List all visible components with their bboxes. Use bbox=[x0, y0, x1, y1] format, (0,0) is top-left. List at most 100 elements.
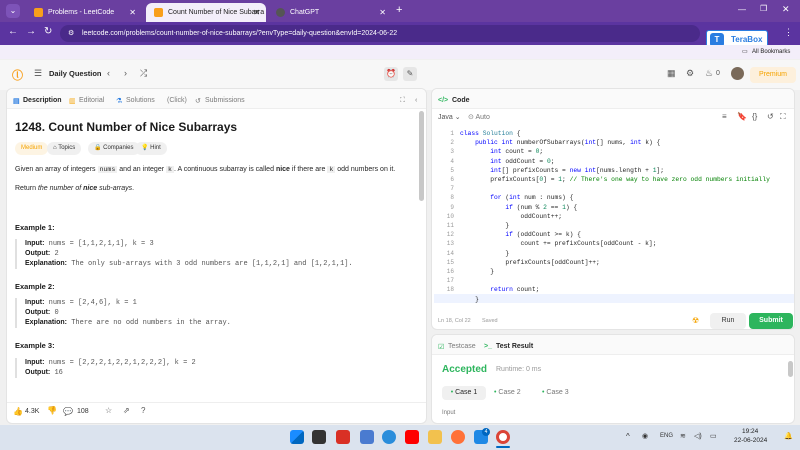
tab-editorial[interactable]: Editorial bbox=[79, 97, 104, 104]
format-icon[interactable]: ≡ bbox=[722, 112, 727, 121]
premium-button[interactable]: Premium bbox=[750, 67, 796, 83]
reset-icon[interactable]: ↺ bbox=[767, 112, 774, 121]
pdf-app-icon[interactable] bbox=[336, 430, 350, 444]
scrollbar[interactable] bbox=[788, 361, 793, 377]
wifi-icon[interactable]: ≋ bbox=[680, 432, 686, 440]
help-icon[interactable]: ? bbox=[141, 406, 145, 415]
close-icon[interactable]: ✕ bbox=[253, 3, 260, 22]
task-view-icon[interactable] bbox=[312, 430, 326, 444]
back-arrow-icon[interactable]: ← bbox=[8, 26, 18, 37]
code-panel: </> Code Java ⌄ ⊙ Auto ≡ 🔖 {} ↺ ⛶ 123456… bbox=[431, 88, 795, 330]
code-icon: </> bbox=[438, 97, 449, 104]
url-input[interactable]: ⚙ leetcode.com/problems/count-number-of-… bbox=[60, 25, 700, 42]
layout-grid-icon[interactable]: ▦ bbox=[667, 68, 676, 79]
clock-date[interactable]: 22-06-2024 bbox=[734, 437, 767, 444]
save-status: Saved bbox=[482, 318, 498, 324]
language-select[interactable]: Java ⌄ bbox=[438, 113, 461, 121]
reload-icon[interactable]: ↻ bbox=[44, 26, 52, 37]
comment-icon[interactable]: 💬 bbox=[63, 407, 73, 416]
expand-icon[interactable]: ⛶ bbox=[400, 97, 405, 105]
debug-icon[interactable]: ☢ bbox=[692, 316, 699, 325]
youtube-icon[interactable] bbox=[405, 430, 419, 444]
chat-app-icon[interactable] bbox=[360, 430, 374, 444]
tray-chevron-icon[interactable]: ^ bbox=[626, 432, 630, 441]
folder-icon: ▭ bbox=[742, 49, 748, 55]
companies-chip[interactable]: 🔒 Companies bbox=[88, 142, 140, 155]
notes-icon[interactable]: ✎ bbox=[403, 67, 417, 81]
tab-description[interactable]: Description bbox=[23, 97, 62, 104]
tab-submissions[interactable]: Submissions bbox=[205, 97, 245, 104]
chrome-icon[interactable] bbox=[496, 430, 510, 444]
clock-time[interactable]: 19:24 bbox=[742, 428, 758, 435]
bookmark-icon[interactable]: 🔖 bbox=[737, 112, 747, 121]
share-icon[interactable]: ⇗ bbox=[123, 406, 130, 415]
restore-button[interactable]: ❐ bbox=[760, 4, 767, 13]
solutions-icon: ⚗ bbox=[116, 98, 123, 105]
windows-start-icon[interactable] bbox=[290, 430, 304, 444]
star-icon[interactable]: ☆ bbox=[105, 406, 112, 415]
keyboard-language[interactable]: ENG bbox=[660, 433, 673, 439]
volume-icon[interactable]: ◁) bbox=[694, 432, 702, 440]
notification-badge: 4 bbox=[482, 428, 490, 436]
example-2-block: Input: nums = [2,4,6], k = 1 Output: 0 E… bbox=[15, 298, 409, 328]
fullscreen-icon[interactable]: ⛶ bbox=[780, 112, 786, 122]
scrollbar[interactable] bbox=[419, 111, 424, 201]
run-button[interactable]: Run bbox=[710, 313, 746, 329]
braces-icon[interactable]: {} bbox=[752, 112, 757, 121]
checkbox-icon: ☑ bbox=[438, 344, 445, 351]
active-app-indicator bbox=[496, 446, 510, 448]
thumbs-up-icon[interactable]: 👍 bbox=[13, 407, 23, 416]
shuffle-icon[interactable]: ⤮ bbox=[140, 68, 147, 79]
tab-click[interactable]: (Click) bbox=[167, 97, 187, 104]
battery-icon[interactable]: ▭ bbox=[710, 432, 717, 440]
timer-icon[interactable]: ⏰ bbox=[384, 67, 398, 81]
tab-chatgpt[interactable]: ChatGPT ✕ bbox=[268, 3, 392, 22]
close-icon[interactable]: ✕ bbox=[129, 3, 136, 22]
tab-problems[interactable]: Problems - LeetCode ✕ bbox=[26, 3, 142, 22]
settings-gear-icon[interactable]: ⚙ bbox=[686, 68, 694, 79]
topics-chip[interactable]: ⌂ Topics bbox=[47, 142, 82, 155]
minimize-button[interactable]: — bbox=[738, 5, 746, 14]
leetcode-header bbox=[0, 60, 800, 90]
avatar[interactable] bbox=[731, 67, 744, 80]
thumbs-down-icon[interactable]: 👎 bbox=[47, 406, 57, 415]
browser-menu-icon[interactable]: ⋮ bbox=[784, 27, 793, 38]
prev-problem-icon[interactable]: ‹ bbox=[107, 68, 110, 78]
tab-count-nice-subarrays[interactable]: Count Number of Nice Subarra ✕ bbox=[146, 3, 266, 22]
tab-search-button[interactable]: ⌄ bbox=[6, 4, 20, 18]
difficulty-badge[interactable]: Medium bbox=[15, 142, 49, 155]
code-editor[interactable]: class Solution { public int numberOfSuba… bbox=[460, 129, 770, 304]
case-2-tab[interactable]: • Case 2 bbox=[494, 386, 530, 400]
hint-chip[interactable]: 💡 Hint bbox=[135, 142, 167, 155]
notification-bell-icon[interactable]: 🔔 bbox=[784, 432, 793, 440]
tab-solutions[interactable]: Solutions bbox=[126, 97, 155, 104]
forward-arrow-icon[interactable]: → bbox=[26, 26, 36, 37]
window-close-button[interactable]: ✕ bbox=[782, 4, 790, 15]
case-1-tab[interactable]: • Case 1 bbox=[442, 386, 486, 400]
case-3-tab[interactable]: • Case 3 bbox=[542, 386, 578, 400]
site-info-icon[interactable]: ⚙ bbox=[68, 25, 74, 42]
submit-button[interactable]: Submit bbox=[749, 313, 793, 329]
streak-fire-icon[interactable]: ♨ bbox=[705, 68, 713, 79]
file-explorer-icon[interactable] bbox=[428, 430, 442, 444]
collapse-icon[interactable]: ‹ bbox=[415, 97, 417, 104]
problem-title: 1248. Count Number of Nice Subarrays bbox=[15, 120, 238, 134]
leetcode-logo-icon[interactable]: ⓛ bbox=[12, 67, 23, 83]
all-bookmarks-button[interactable]: ▭ All Bookmarks bbox=[704, 45, 800, 59]
firefox-icon[interactable] bbox=[451, 430, 465, 444]
comment-count: 108 bbox=[77, 408, 89, 415]
example-3-heading: Example 3: bbox=[15, 341, 55, 350]
tab-testcase[interactable]: Testcase bbox=[448, 343, 476, 350]
auto-complete-toggle[interactable]: ⊙ Auto bbox=[468, 113, 490, 121]
close-icon[interactable]: ✕ bbox=[379, 3, 386, 22]
tab-test-result[interactable]: Test Result bbox=[496, 343, 533, 350]
tray-app-icon[interactable]: ◉ bbox=[642, 432, 648, 440]
edge-browser-icon[interactable] bbox=[382, 430, 396, 444]
daily-question-link[interactable]: Daily Question bbox=[49, 69, 102, 78]
new-tab-button[interactable]: + bbox=[396, 4, 402, 16]
chatgpt-favicon-icon bbox=[276, 8, 285, 17]
next-problem-icon[interactable]: › bbox=[124, 68, 127, 78]
problem-list-icon[interactable]: ☰ bbox=[34, 68, 42, 79]
tab-code[interactable]: Code bbox=[452, 97, 470, 104]
description-tab-icon: ▤ bbox=[13, 98, 20, 105]
